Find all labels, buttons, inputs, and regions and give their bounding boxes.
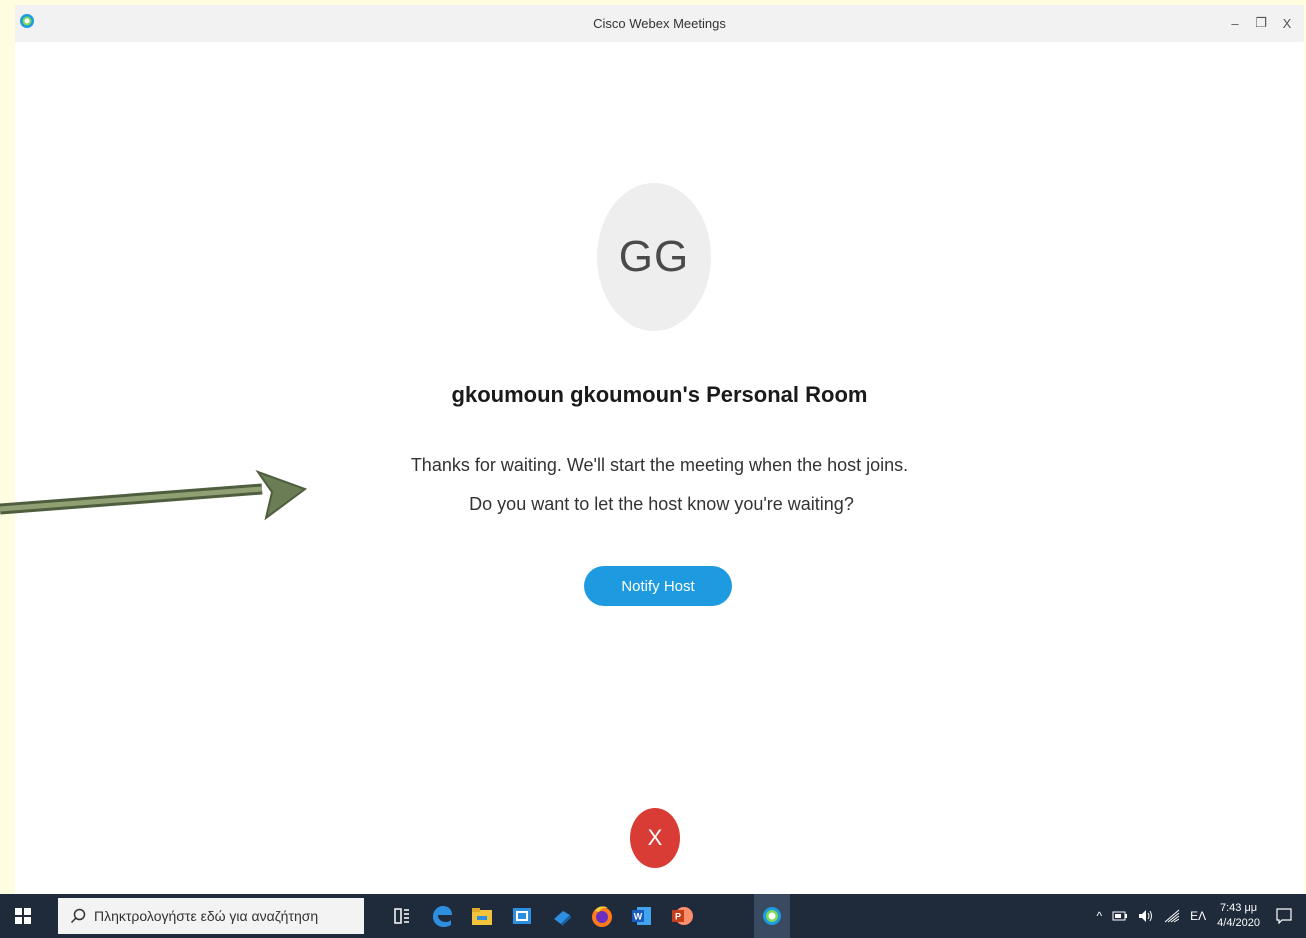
windows-icon — [15, 908, 31, 924]
webex-window: Cisco Webex Meetings – ❐ X GG gkoumoun g… — [15, 5, 1304, 894]
minimize-button[interactable]: – — [1224, 12, 1246, 34]
volume-icon[interactable] — [1138, 909, 1154, 923]
firefox-icon[interactable] — [584, 894, 620, 938]
edge-icon[interactable] — [424, 894, 460, 938]
battery-icon[interactable] — [1112, 910, 1128, 922]
powerpoint-icon[interactable]: P — [664, 894, 700, 938]
taskbar-search[interactable]: Πληκτρολογήστε εδώ για αναζήτηση — [58, 898, 364, 934]
title-bar[interactable]: Cisco Webex Meetings – ❐ X — [15, 5, 1304, 42]
outlook-icon[interactable] — [504, 894, 540, 938]
word-icon[interactable]: W — [624, 894, 660, 938]
search-placeholder: Πληκτρολογήστε εδώ για αναζήτηση — [94, 908, 319, 924]
file-explorer-icon[interactable] — [464, 894, 500, 938]
svg-text:W: W — [634, 912, 643, 922]
window-controls: – ❐ X — [1224, 12, 1298, 34]
wifi-icon[interactable] — [1164, 909, 1180, 923]
webex-taskbar-icon[interactable] — [754, 894, 790, 938]
store-icon[interactable] — [544, 894, 580, 938]
clock-time: 7:43 μμ — [1220, 902, 1258, 914]
tray-overflow-chevron[interactable]: ^ — [1097, 909, 1103, 923]
window-title: Cisco Webex Meetings — [593, 16, 726, 31]
start-button[interactable] — [0, 894, 46, 938]
clock[interactable]: 7:43 μμ 4/4/2020 — [1217, 901, 1260, 931]
notification-center-icon[interactable] — [1276, 908, 1292, 924]
task-view-icon[interactable] — [384, 894, 420, 938]
svg-text:P: P — [675, 912, 681, 922]
search-icon — [70, 908, 86, 924]
notify-host-button[interactable]: Notify Host — [584, 566, 732, 606]
restore-button[interactable]: ❐ — [1250, 12, 1272, 34]
leave-meeting-button[interactable]: X — [630, 808, 680, 868]
system-tray: ^ ΕΛ 7:43 μμ 4/4/2020 — [1092, 894, 1306, 938]
host-avatar: GG — [597, 183, 711, 331]
close-window-button[interactable]: X — [1276, 12, 1298, 34]
room-title: gkoumoun gkoumoun's Personal Room — [451, 382, 868, 407]
annotation-arrow — [0, 469, 308, 521]
input-language[interactable]: ΕΛ — [1190, 909, 1206, 923]
clock-date: 4/4/2020 — [1217, 917, 1260, 929]
taskbar: Πληκτρολογήστε εδώ για αναζήτηση W P ^ Ε… — [0, 894, 1306, 938]
